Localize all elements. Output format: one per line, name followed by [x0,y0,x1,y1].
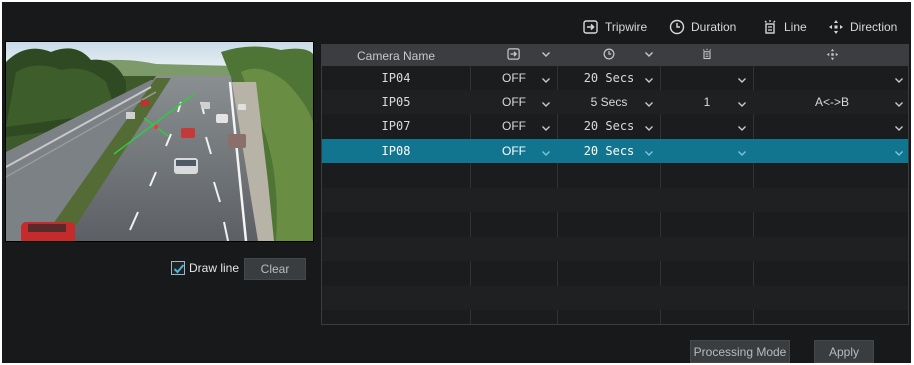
tripwire-value: OFF [502,95,526,109]
processing-mode-button[interactable]: Processing Mode [690,340,790,363]
chevron-down-icon[interactable] [737,122,747,136]
line-value: 1 [703,95,711,109]
line-icon [762,19,778,35]
chevron-down-icon[interactable] [644,74,654,88]
duration-value: 20 Secs [583,144,635,158]
cell-direction-select[interactable] [754,139,908,163]
direction-arrows-icon [826,48,839,64]
timer-icon [669,19,685,35]
direction-value: A<->B [814,95,850,109]
chevron-down-icon[interactable] [894,122,904,136]
chevron-down-icon[interactable] [644,48,654,62]
tripwire-settings-panel: Tripwire Duration Line Direction Draw li… [2,2,911,363]
draw-line-label: Draw line [189,261,240,275]
timer-icon [603,48,615,63]
tripwire-value: OFF [502,71,526,85]
duration-value: 20 Secs [583,71,635,85]
chevron-down-icon[interactable] [894,74,904,88]
tripwire-icon [583,20,599,34]
table-row[interactable]: IP04 OFF 20 Secs [322,66,908,90]
draw-line-toggle[interactable]: Draw line [171,261,239,275]
legend-tripwire-label: Tripwire [605,20,648,34]
apply-button[interactable]: Apply [814,340,874,363]
duration-value: 20 Secs [583,119,635,133]
cell-duration-select[interactable]: 20 Secs [558,66,660,90]
cell-direction-select[interactable] [754,66,908,90]
draw-line-checkbox[interactable] [171,261,185,275]
cell-direction-select[interactable]: A<->B [754,90,908,114]
direction-arrows-icon [828,19,844,35]
chevron-down-icon[interactable] [541,98,551,112]
cell-line-select[interactable] [661,139,753,163]
camera-preview[interactable] [5,41,314,242]
cell-line-select[interactable]: 1 [661,90,753,114]
empty-row [322,286,908,310]
cell-duration-select[interactable]: 20 Secs [558,139,660,163]
table-row-selected[interactable]: IP08 OFF 20 Secs [322,139,908,163]
table-row[interactable]: IP07 OFF 20 Secs [322,114,908,138]
checkmark-icon [173,264,185,274]
chevron-down-icon[interactable] [894,147,904,161]
chevron-down-icon[interactable] [541,48,551,62]
legend-duration: Duration [669,16,736,38]
cell-tripwire-select[interactable]: OFF [471,114,557,138]
cell-duration-select[interactable]: 20 Secs [558,114,660,138]
legend-direction-label: Direction [850,20,898,34]
duration-value: 5 Secs [590,95,628,109]
chevron-down-icon[interactable] [737,147,747,161]
cell-camera: IP07 [381,119,411,133]
clear-button[interactable]: Clear [244,258,306,280]
header-tripwire[interactable] [471,45,557,66]
header-line [661,45,753,66]
legend-duration-label: Duration [691,20,737,34]
cell-tripwire-select[interactable]: OFF [471,139,557,163]
chevron-down-icon[interactable] [541,74,551,88]
chevron-down-icon[interactable] [894,98,904,112]
cell-line-select[interactable] [661,66,753,90]
header-direction [754,45,908,66]
cell-tripwire-select[interactable]: OFF [471,90,557,114]
column-legend: Tripwire Duration Line Direction [2,16,911,38]
table-row[interactable]: IP05 OFF 5 Secs 1 A<->B [322,90,908,114]
chevron-down-icon[interactable] [541,122,551,136]
cell-line-select[interactable] [661,114,753,138]
tripwire-value: OFF [502,119,526,133]
cell-camera: IP08 [381,144,411,158]
legend-direction: Direction [828,16,897,38]
cell-camera: IP05 [381,95,411,109]
cell-duration-select[interactable]: 5 Secs [558,90,660,114]
chevron-down-icon[interactable] [737,98,747,112]
cell-camera: IP04 [381,71,411,85]
legend-tripwire: Tripwire [583,16,647,38]
legend-line: Line [762,16,807,38]
chevron-down-icon[interactable] [644,98,654,112]
chevron-down-icon[interactable] [644,147,654,161]
chevron-down-icon[interactable] [737,74,747,88]
cell-tripwire-select[interactable]: OFF [471,66,557,90]
cell-direction-select[interactable] [754,114,908,138]
empty-row [322,188,908,212]
header-camera-name: Camera Name [356,48,436,63]
tripwire-icon [507,48,521,63]
header-duration[interactable] [558,45,660,66]
legend-line-label: Line [784,20,807,34]
line-icon [701,48,713,63]
chevron-down-icon[interactable] [541,147,551,161]
chevron-down-icon[interactable] [644,122,654,136]
camera-settings-table: Camera Name IP04 OFF 20 Secs IP05 OFF 5 … [321,44,909,325]
tripwire-value: OFF [502,144,526,158]
table-header: Camera Name [322,45,908,66]
empty-row [322,237,908,261]
